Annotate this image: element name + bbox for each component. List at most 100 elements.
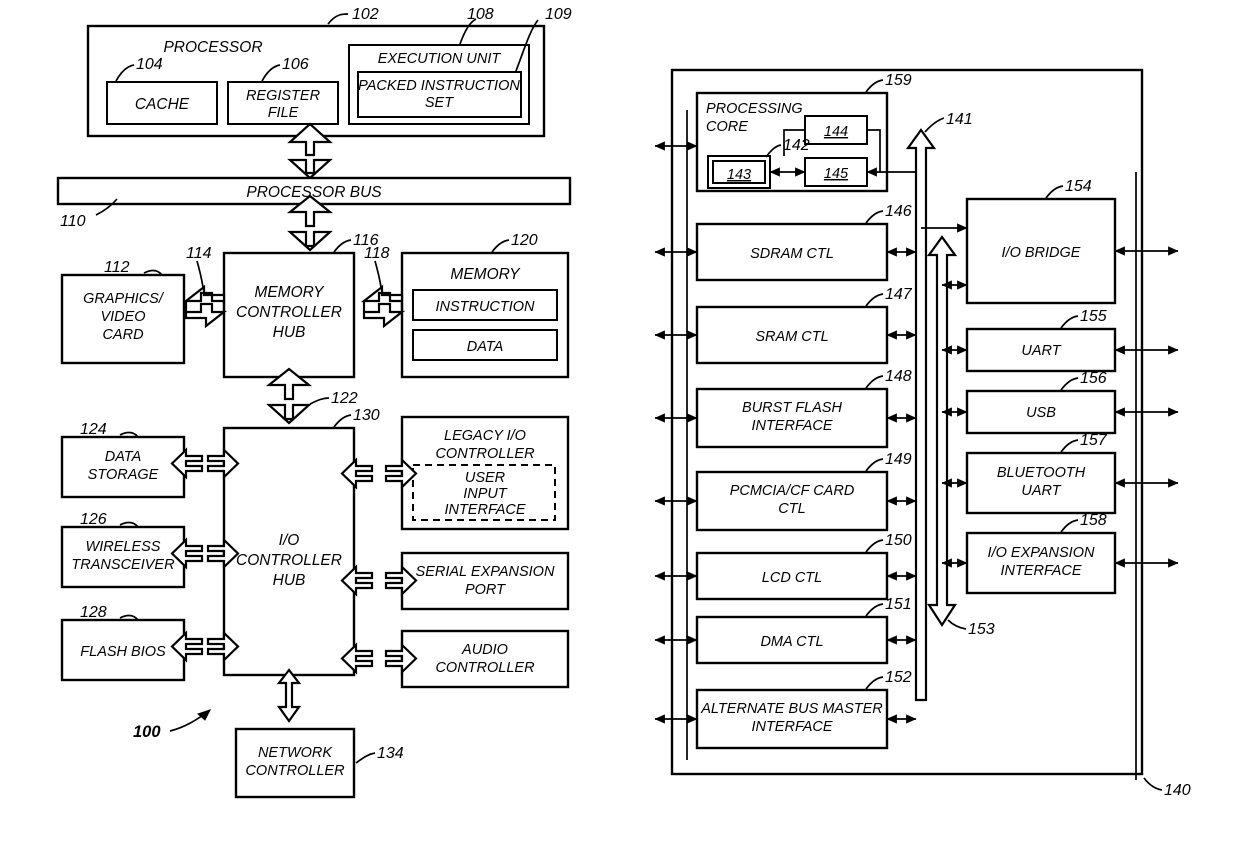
serial-expansion-port-box	[400, 551, 570, 611]
ref-130: 130	[353, 407, 380, 424]
mch-label-line2: CONTROLLER	[236, 304, 342, 321]
ref-156: 156	[1080, 370, 1107, 387]
processing-core-line2: CORE	[706, 119, 748, 135]
gvc-line1: GRAPHICS/	[83, 291, 165, 307]
leader-134	[355, 752, 376, 764]
audio-controller-box	[400, 629, 570, 689]
ref-128: 128	[80, 604, 107, 621]
register-file-label-line1: REGISTER	[246, 88, 321, 104]
ref-100: 100	[133, 723, 161, 741]
ref-148: 148	[885, 368, 912, 385]
ref-118: 118	[364, 245, 390, 262]
ref-150: 150	[885, 532, 912, 549]
abmi-line2: INTERFACE	[751, 719, 832, 735]
legacy-io-line1: LEGACY I/O	[444, 428, 526, 444]
leader-116	[333, 239, 352, 253]
burst-flash-line1: BURST FLASH	[742, 400, 842, 416]
uii-line2: INPUT	[463, 486, 508, 502]
leader-130	[333, 414, 352, 428]
burst-flash-line2: INTERFACE	[751, 418, 832, 434]
wireless-line2: TRANSCEIVER	[71, 557, 175, 573]
ref-149: 149	[885, 451, 912, 468]
ref-109: 109	[545, 6, 572, 23]
ref-134: 134	[377, 745, 404, 762]
packed-instruction-set-line1: PACKED INSTRUCTION	[358, 78, 520, 94]
abmi-line1: ALTERNATE BUS MASTER	[700, 701, 883, 717]
flash-bios-label: FLASH BIOS	[80, 644, 166, 660]
ref-142: 142	[783, 137, 810, 154]
memory-data-label: DATA	[467, 339, 504, 355]
ref-110: 110	[60, 213, 86, 230]
leader-122	[309, 397, 330, 405]
audio-line1: AUDIO	[461, 642, 508, 658]
lcd-ctl-line1: LCD CTL	[762, 570, 822, 586]
ref-141: 141	[946, 111, 973, 128]
ref-102: 102	[352, 6, 379, 23]
data-storage-line2: STORAGE	[88, 467, 159, 483]
leader-120	[491, 239, 510, 253]
data-storage-line1: DATA	[105, 449, 142, 465]
ref-106: 106	[282, 56, 309, 73]
ich-network-arrow	[276, 668, 302, 723]
sram-ctl-line1: SRAM CTL	[755, 329, 828, 345]
gvc-line2: VIDEO	[100, 309, 145, 325]
io-expansion-line2: INTERFACE	[1000, 563, 1081, 579]
ref-120: 120	[511, 232, 538, 249]
ref-140: 140	[1164, 782, 1191, 799]
dma-ctl-line1: DMA CTL	[760, 634, 823, 650]
register-file-label-line2: FILE	[268, 105, 299, 121]
ref-112: 112	[104, 259, 130, 276]
ref-126: 126	[80, 511, 107, 528]
leader-102	[327, 13, 349, 25]
core-block-143-label: 143	[727, 167, 751, 183]
pcmcia-line2: CTL	[778, 501, 805, 517]
sep-line2: PORT	[465, 582, 506, 598]
wireless-line1: WIRELESS	[86, 539, 161, 555]
leader-140	[1143, 777, 1163, 791]
core-block-144-label: 144	[824, 124, 848, 140]
sep-line1: SERIAL EXPANSION	[416, 564, 555, 580]
ref-114: 114	[186, 245, 212, 262]
uii-line3: INTERFACE	[444, 502, 525, 518]
legacy-io-line2: CONTROLLER	[435, 446, 535, 462]
uart-line1: UART	[1021, 343, 1061, 359]
leader-100-head	[197, 709, 211, 721]
core-block-145-label: 145	[824, 166, 849, 182]
memory-instruction-label: INSTRUCTION	[435, 299, 535, 315]
audio-line2: CONTROLLER	[435, 660, 535, 676]
network-line1: NETWORK	[258, 745, 333, 761]
ref-147: 147	[885, 286, 913, 303]
bluetooth-line1: BLUETOOTH	[997, 465, 1086, 481]
io-expansion-line1: I/O EXPANSION	[988, 545, 1095, 561]
mch-label-line3: HUB	[273, 324, 306, 341]
ich-line3: HUB	[273, 572, 306, 589]
ich-line1: I/O	[279, 532, 300, 549]
ref-157: 157	[1080, 432, 1108, 449]
ref-104: 104	[136, 56, 163, 73]
leader-114	[196, 260, 204, 288]
patent-figure-canvas: PROCESSOR CACHE REGISTER FILE EXECUTION …	[0, 0, 1240, 844]
leader-118	[374, 260, 382, 288]
ref-159: 159	[885, 72, 912, 89]
usb-line1: USB	[1026, 405, 1056, 421]
memory-label: MEMORY	[450, 266, 521, 283]
ref-154: 154	[1065, 178, 1092, 195]
bus-118-arrow-lower	[362, 301, 406, 329]
ich-line2: CONTROLLER	[236, 552, 342, 569]
ref-108: 108	[467, 6, 494, 23]
ref-152: 152	[885, 669, 912, 686]
processing-core-line1: PROCESSING	[706, 101, 803, 117]
network-line2: CONTROLLER	[245, 763, 345, 779]
ref-124: 124	[80, 421, 107, 438]
execution-unit-label: EXECUTION UNIT	[378, 51, 502, 67]
sdram-ctl-line1: SDRAM CTL	[750, 246, 834, 262]
uii-line1: USER	[465, 470, 506, 486]
ref-155: 155	[1080, 308, 1107, 325]
ref-146: 146	[885, 203, 912, 220]
bluetooth-line2: UART	[1021, 483, 1061, 499]
ref-151: 151	[885, 596, 912, 613]
ref-122: 122	[331, 390, 358, 407]
bus-114-arrow-lower	[184, 301, 228, 329]
mch-label-line1: MEMORY	[254, 284, 325, 301]
packed-instruction-set-line2: SET	[425, 95, 454, 111]
